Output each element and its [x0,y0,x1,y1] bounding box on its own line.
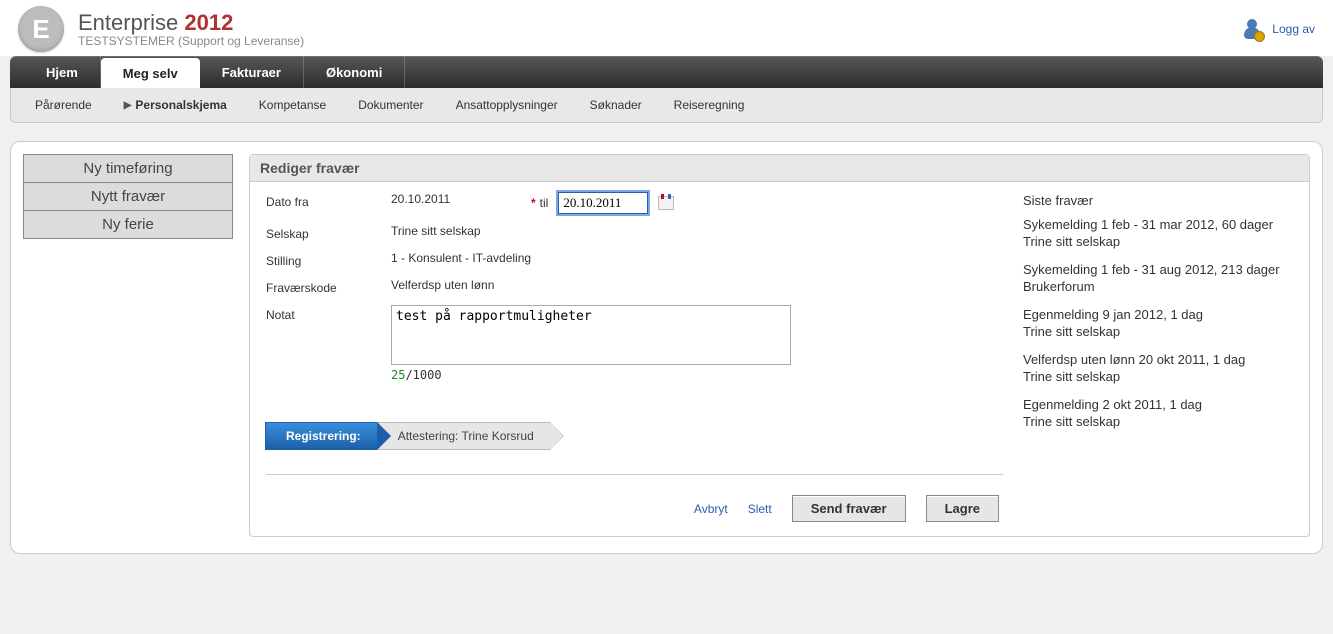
brand-text: Enterprise 2012 TESTSYSTEMER (Support og… [78,10,304,48]
history-sidebar: Siste fravær Sykemelding 1 feb - 31 mar … [1023,192,1293,522]
top-nav: Hjem Meg selv Fakturaer Økonomi [10,56,1323,88]
label-fravaerskode: Fraværskode [266,278,391,295]
workflow-step-registrering[interactable]: Registrering: [265,422,378,450]
subnav-soknader[interactable]: Søknader [576,94,656,116]
divider [266,474,1003,475]
tab-meg-selv[interactable]: Meg selv [101,58,200,88]
history-line1: Egenmelding 2 okt 2011, 1 dag [1023,396,1293,414]
history-line2: Brukerforum [1023,278,1293,296]
slett-link[interactable]: Slett [748,502,772,516]
main-panel: Ny timeføring Nytt fravær Ny ferie Redig… [10,141,1323,554]
send-fravaer-button[interactable]: Send fravær [792,495,906,522]
notat-textarea[interactable] [391,305,791,365]
value-stilling: 1 - Konsulent - IT-avdeling [391,251,531,265]
required-marker: * [531,196,536,210]
workflow-step-label: Registrering: [286,429,361,443]
brand-year: 2012 [184,10,233,35]
sub-nav: Pårørende ▶ Personalskjema Kompetanse Do… [10,88,1323,123]
logo-icon [18,6,64,52]
subnav-reiseregning[interactable]: Reiseregning [660,94,759,116]
workflow: Registrering: Attestering: Trine Korsrud [266,422,1003,450]
label-notat: Notat [266,305,391,322]
value-dato-fra: 20.10.2011 [391,192,531,206]
new-ferie-button[interactable]: Ny ferie [24,211,232,239]
header-right: Logg av [1240,17,1315,41]
history-line2: Trine sitt selskap [1023,323,1293,341]
brand-sub: TESTSYSTEMER (Support og Leveranse) [78,34,304,48]
label-selskap: Selskap [266,224,391,241]
label-til: til [540,196,549,210]
workflow-step-label: Attestering: Trine Korsrud [398,429,534,443]
history-line1: Sykemelding 1 feb - 31 aug 2012, 213 dag… [1023,261,1293,279]
form-fields: Dato fra 20.10.2011 * til Selskap Trine s… [266,192,1003,522]
value-fravaerskode: Velferdsp uten lønn [391,278,494,292]
history-line1: Sykemelding 1 feb - 31 mar 2012, 60 dage… [1023,216,1293,234]
subnav-ansattopplysninger[interactable]: Ansattopplysninger [442,94,572,116]
brand: Enterprise 2012 TESTSYSTEMER (Support og… [18,6,304,52]
caret-right-icon: ▶ [124,100,132,111]
label-dato-fra: Dato fra [266,192,391,209]
user-settings-icon[interactable] [1240,17,1264,41]
history-item: Egenmelding 2 okt 2011, 1 dag Trine sitt… [1023,396,1293,431]
subnav-parorende[interactable]: Pårørende [21,94,106,116]
calendar-icon[interactable] [658,196,674,210]
workflow-step-attestering[interactable]: Attestering: Trine Korsrud [377,422,551,450]
tab-hjem[interactable]: Hjem [24,56,101,88]
avbryt-link[interactable]: Avbryt [694,502,728,516]
left-actions: Ny timeføring Nytt fravær Ny ferie [23,154,233,239]
history-line2: Trine sitt selskap [1023,413,1293,431]
subnav-personalskjema[interactable]: ▶ Personalskjema [110,94,241,116]
label-stilling: Stilling [266,251,391,268]
logout-link[interactable]: Logg av [1272,22,1315,36]
history-line2: Trine sitt selskap [1023,368,1293,386]
new-fravaer-button[interactable]: Nytt fravær [24,183,232,211]
history-line1: Egenmelding 9 jan 2012, 1 dag [1023,306,1293,324]
til-date-input[interactable] [558,192,648,214]
counter-max: /1000 [405,368,441,382]
subnav-label: Personalskjema [135,98,226,112]
value-selskap: Trine sitt selskap [391,224,481,238]
history-item: Sykemelding 1 feb - 31 aug 2012, 213 dag… [1023,261,1293,296]
history-line1: Velferdsp uten lønn 20 okt 2011, 1 dag [1023,351,1293,369]
subnav-label: Pårørende [35,98,92,112]
notat-counter: 25/1000 [391,368,791,382]
history-item: Sykemelding 1 feb - 31 mar 2012, 60 dage… [1023,216,1293,251]
history-item: Velferdsp uten lønn 20 okt 2011, 1 dag T… [1023,351,1293,386]
tab-okonomi[interactable]: Økonomi [304,56,405,88]
history-title: Siste fravær [1023,192,1293,210]
app-header: Enterprise 2012 TESTSYSTEMER (Support og… [0,0,1333,56]
history-line2: Trine sitt selskap [1023,233,1293,251]
brand-main: Enterprise [78,10,178,35]
new-timeforing-button[interactable]: Ny timeføring [24,155,232,183]
form-card: Rediger fravær Dato fra 20.10.2011 * til … [249,154,1310,537]
form-footer: Avbryt Slett Send fravær Lagre [266,495,1003,522]
history-item: Egenmelding 9 jan 2012, 1 dag Trine sitt… [1023,306,1293,341]
counter-current: 25 [391,368,405,382]
tab-fakturaer[interactable]: Fakturaer [200,56,304,88]
subnav-kompetanse[interactable]: Kompetanse [245,94,340,116]
lagre-button[interactable]: Lagre [926,495,999,522]
subnav-dokumenter[interactable]: Dokumenter [344,94,437,116]
form-title: Rediger fravær [250,155,1309,182]
